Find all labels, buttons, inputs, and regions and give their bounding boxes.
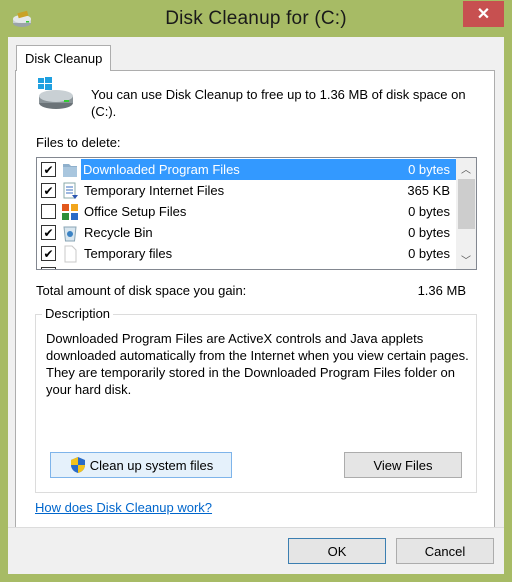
vertical-scrollbar[interactable]: ︿ ﹀ [456,158,476,269]
list-item[interactable]: ✔ Temporary files 0 bytes [37,243,456,264]
total-space-label: Total amount of disk space you gain: [36,283,247,298]
checkbox[interactable]: ✔ [41,225,56,240]
description-legend: Description [42,306,114,321]
checkbox[interactable]: ✔ [41,162,56,177]
item-size: 365 KB [407,183,450,198]
item-size: 0 bytes [408,162,450,177]
intro-text: You can use Disk Cleanup to free up to 1… [91,87,466,119]
check-icon: ✔ [43,225,54,240]
list-item[interactable]: ✔ Temporary Internet Files 365 KB [37,180,456,201]
clean-up-system-files-button[interactable]: Clean up system files [50,452,232,478]
list-item[interactable]: ✔ Recycle Bin 0 bytes [37,222,456,243]
item-name: Office Setup Files [84,204,187,219]
close-button[interactable]: ✕ [463,1,504,27]
file-icon [64,245,77,263]
chevron-down-icon: ﹀ [461,255,471,267]
tab-disk-cleanup[interactable]: Disk Cleanup [16,45,111,71]
document-icon [63,182,78,199]
item-name: Downloaded Program Files [81,159,456,180]
checkbox[interactable]: ✔ [41,246,56,261]
item-size: 0 bytes [408,246,450,261]
item-name: Temporary files [84,246,173,261]
office-icon [62,204,78,220]
item-size: 0 bytes [408,225,450,240]
description-text: Downloaded Program Files are ActiveX con… [46,331,469,397]
list-item[interactable]: Office Setup Files 0 bytes [37,201,456,222]
cancel-button[interactable]: Cancel [396,538,494,564]
item-size: 0 bytes [408,204,450,219]
scroll-down-button[interactable]: ﹀ [456,249,476,269]
help-link[interactable]: How does Disk Cleanup work? [35,500,212,515]
list-item[interactable]: ✔ Downloaded Program Files 0 bytes [37,159,456,180]
ok-button[interactable]: OK [288,538,386,564]
check-icon: ✔ [43,246,54,261]
list-item-partial[interactable] [37,264,456,269]
view-files-button[interactable]: View Files [344,452,462,478]
title-bar[interactable]: Disk Cleanup for (C:) ✕ [0,0,512,38]
close-icon: ✕ [476,6,491,23]
clean-up-system-files-label: Clean up system files [89,457,214,473]
item-name: Recycle Bin [84,225,153,240]
window-title: Disk Cleanup for (C:) [165,8,347,29]
item-name: Temporary Internet Files [84,183,225,198]
checkbox[interactable] [41,267,56,269]
folder-icon [63,164,77,177]
files-listbox[interactable]: ✔ Downloaded Program Files 0 bytes ✔ Tem… [36,157,477,270]
total-space-value: 1.36 MB [417,283,466,298]
scroll-thumb[interactable] [458,179,475,229]
files-to-delete-label: Files to delete: [36,135,121,150]
divider [8,527,504,528]
chevron-up-icon: ︿ [461,164,471,176]
scroll-up-button[interactable]: ︿ [456,158,476,178]
uac-shield-icon [70,457,85,473]
recycle-bin-icon [63,226,77,242]
checkbox[interactable]: ✔ [41,183,56,198]
drive-icon [38,77,73,109]
check-icon: ✔ [43,183,54,198]
check-icon: ✔ [43,162,54,177]
checkbox[interactable] [41,204,56,219]
